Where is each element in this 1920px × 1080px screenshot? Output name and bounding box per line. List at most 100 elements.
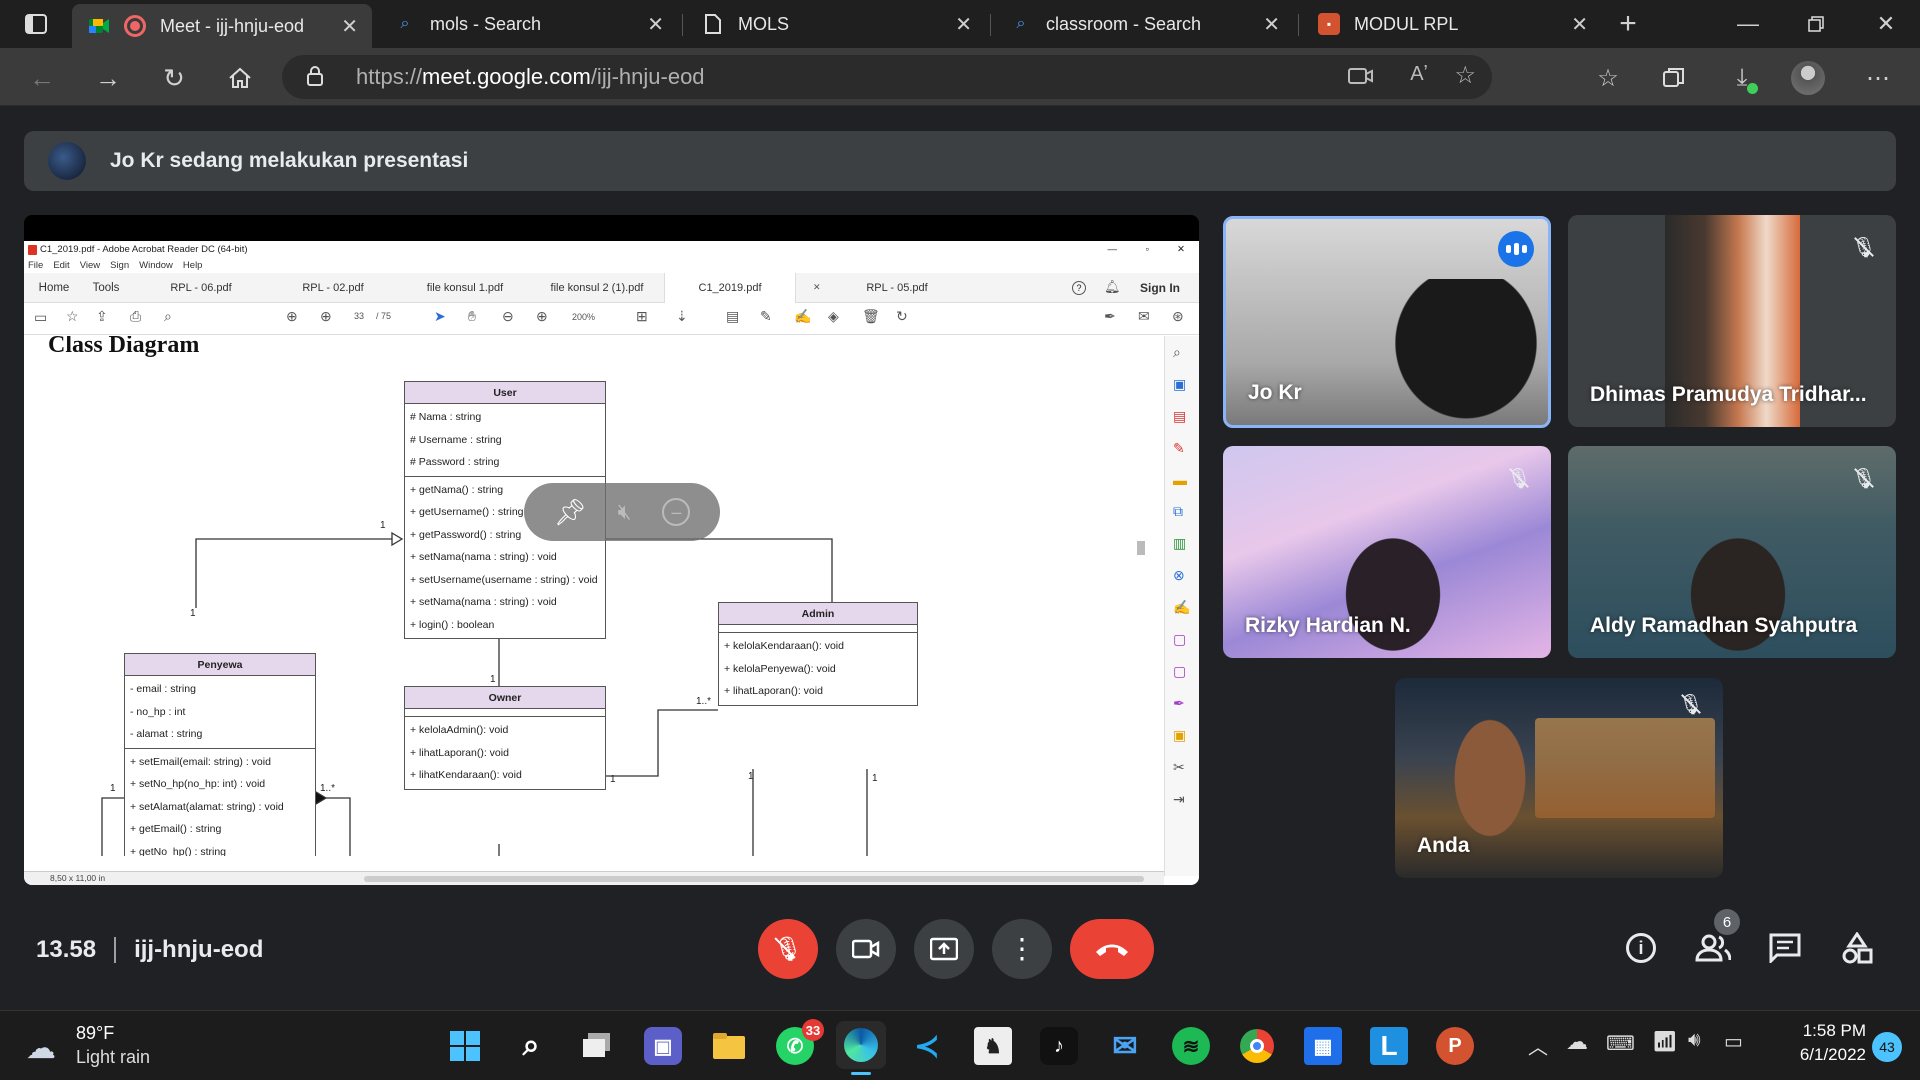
battery-icon[interactable]: ▭ xyxy=(1724,1029,1743,1054)
edge-icon[interactable] xyxy=(836,1021,886,1075)
file-explorer-icon[interactable] xyxy=(710,1027,748,1065)
more-tools-icon[interactable]: ▣ xyxy=(1173,727,1190,744)
close-tab-icon[interactable]: ✕ xyxy=(1263,12,1280,37)
tab-mols[interactable]: MOLS ✕ xyxy=(686,6,986,42)
zoom-level[interactable]: 200% xyxy=(572,312,595,322)
select-tool-icon[interactable]: ➤ xyxy=(434,308,446,325)
compress-icon[interactable]: ▢ xyxy=(1173,663,1190,680)
acrobat-minimize[interactable]: — xyxy=(1108,241,1118,259)
start-icon[interactable] xyxy=(446,1027,484,1065)
collapse-panel-icon[interactable]: ⇥ xyxy=(1173,791,1190,808)
notification-badge[interactable]: 43 xyxy=(1872,1032,1902,1062)
menu-sign[interactable]: Sign xyxy=(110,259,129,273)
game-app-icon[interactable]: ♞ xyxy=(974,1027,1012,1065)
collections-icon[interactable] xyxy=(1654,58,1694,98)
shared-screen[interactable]: C1_2019.pdf - Adobe Acrobat Reader DC (6… xyxy=(24,215,1199,885)
comment-tool-icon[interactable]: ▬ xyxy=(1173,472,1190,488)
zoom-in-icon[interactable]: ⊕ xyxy=(536,308,548,325)
refresh-icon[interactable]: ↻ xyxy=(154,58,194,98)
unpin-icon[interactable]: 📌︎ xyxy=(554,497,587,528)
wifi-icon[interactable]: 📶︎ xyxy=(1652,1029,1677,1054)
email-icon[interactable]: ✉ xyxy=(1138,308,1150,325)
teams-chat-icon[interactable]: ▣ xyxy=(644,1027,682,1065)
edit-pdf-icon[interactable]: ✎ xyxy=(1173,440,1190,457)
pdf-scrollbar[interactable] xyxy=(1136,341,1146,861)
whatsapp-icon[interactable]: ✆ 33 xyxy=(776,1019,824,1065)
comment-icon[interactable]: ▤ xyxy=(726,308,739,325)
acrobat-close[interactable]: ✕ xyxy=(1177,241,1185,259)
participant-tile-jo-kr[interactable]: Jo Kr xyxy=(1223,216,1551,428)
scan-icon[interactable]: ⊗ xyxy=(1173,567,1190,584)
pdf-tab[interactable]: RPL - 06.pdf xyxy=(136,273,266,303)
delete-icon[interactable]: 🗑︎ xyxy=(862,308,880,325)
acrobat-home-tab[interactable]: Home xyxy=(34,273,74,303)
upload-icon[interactable]: ⇪ xyxy=(96,308,108,325)
participant-tile-self[interactable]: 🎙︎ Anda xyxy=(1395,678,1723,878)
back-icon[interactable]: ← xyxy=(22,58,62,98)
close-pdf-tab-icon[interactable]: ✕ xyxy=(813,282,821,293)
close-tab-icon[interactable]: ✕ xyxy=(1571,12,1588,37)
weather-widget[interactable]: ☁ 89°F Light rain xyxy=(26,1021,186,1071)
task-view-icon[interactable] xyxy=(578,1027,616,1065)
export-pdf-icon[interactable]: ▣ xyxy=(1173,376,1190,393)
onedrive-icon[interactable]: ☁ xyxy=(1566,1029,1588,1055)
close-tab-icon[interactable]: ✕ xyxy=(647,12,664,37)
tab-modul-rpl[interactable]: ▪ MODUL RPL ✕ xyxy=(1302,6,1602,42)
taskbar-search-icon[interactable]: ⌕ xyxy=(512,1027,550,1065)
forward-icon[interactable]: → xyxy=(88,58,128,98)
more-options-icon[interactable]: ⋯ xyxy=(1858,58,1898,98)
store-icon[interactable]: ▦ xyxy=(1304,1027,1342,1065)
zoom-search-icon[interactable]: ⌕ xyxy=(164,308,172,325)
protect-icon[interactable]: ▢ xyxy=(1173,631,1190,648)
keyboard-icon[interactable]: ⌨ xyxy=(1606,1031,1635,1056)
mic-toggle-button[interactable]: 🎙︎ xyxy=(758,919,818,979)
scroll-mode-icon[interactable]: ⇣ xyxy=(676,308,688,325)
chrome-icon[interactable] xyxy=(1238,1027,1276,1065)
new-tab-icon[interactable]: + xyxy=(1608,4,1648,44)
fill-tool-icon[interactable]: ✒ xyxy=(1173,695,1190,712)
bookmark-icon[interactable]: ☆ xyxy=(66,308,79,325)
profile-avatar[interactable] xyxy=(1788,58,1828,98)
volume-icon[interactable]: 🔊︎ xyxy=(1688,1029,1701,1052)
camera-permission-icon[interactable] xyxy=(1348,65,1374,92)
participant-tile-aldy[interactable]: 🎙︎ Aldy Ramadhan Syahputra xyxy=(1568,446,1896,658)
acrobat-tools-tab[interactable]: Tools xyxy=(86,273,126,303)
downloads-icon[interactable]: ⤓ xyxy=(1722,58,1762,98)
menu-view[interactable]: View xyxy=(80,259,100,273)
organize-icon[interactable]: ▥ xyxy=(1173,535,1190,552)
close-tab-icon[interactable]: ✕ xyxy=(341,14,358,39)
participant-tile-rizky[interactable]: 🎙︎ Rizky Hardian N. xyxy=(1223,446,1551,658)
fill-sign-icon[interactable]: ✒ xyxy=(1104,308,1116,325)
present-screen-button[interactable] xyxy=(914,919,974,979)
save-icon[interactable]: ▭ xyxy=(34,309,47,326)
home-icon[interactable] xyxy=(220,58,260,98)
tab-classroom-search[interactable]: ⌕ classroom - Search ✕ xyxy=(994,6,1294,42)
tab-actions-icon[interactable] xyxy=(16,4,56,44)
rotate-icon[interactable]: ↻ xyxy=(896,308,908,325)
pdf-tab[interactable]: RPL - 02.pdf xyxy=(268,273,398,303)
more-options-button[interactable]: ⋮ xyxy=(992,919,1052,979)
hand-tool-icon[interactable]: ✋︎ xyxy=(468,308,476,325)
pdf-tab[interactable]: RPL - 05.pdf xyxy=(832,273,962,303)
horizontal-scrollbar[interactable] xyxy=(364,876,1144,882)
sign-tool-icon[interactable]: ✍ xyxy=(1173,599,1190,616)
favorites-icon[interactable]: ☆ xyxy=(1588,58,1628,98)
menu-edit[interactable]: Edit xyxy=(53,259,69,273)
sign-in-button[interactable]: Sign In xyxy=(1132,273,1188,303)
customize-icon[interactable]: ✂ xyxy=(1173,759,1190,776)
zoom-out-icon[interactable]: ⊖ xyxy=(502,308,514,325)
spotify-icon[interactable]: ≋ xyxy=(1172,1027,1210,1065)
vscode-icon[interactable]: ≺ xyxy=(908,1027,946,1065)
read-aloud-icon[interactable]: Aʼ xyxy=(1410,63,1428,86)
clock[interactable]: 1:58 PM 6/1/2022 xyxy=(1770,1019,1866,1067)
l-app-icon[interactable]: L xyxy=(1370,1027,1408,1065)
combine-icon[interactable]: ⧉ xyxy=(1173,503,1190,520)
print-icon[interactable]: ⎙ xyxy=(130,308,141,325)
create-pdf-icon[interactable]: ▤ xyxy=(1173,408,1190,425)
next-page-icon[interactable]: ⊕ xyxy=(320,308,332,325)
tiktok-icon[interactable]: ♪ xyxy=(1040,1027,1078,1065)
powerpoint-taskbar-icon[interactable]: P xyxy=(1436,1027,1474,1065)
prev-page-icon[interactable]: ⊕ xyxy=(286,308,298,325)
menu-window[interactable]: Window xyxy=(139,259,173,273)
pdf-tab-active[interactable]: C1_2019.pdf xyxy=(664,273,796,303)
